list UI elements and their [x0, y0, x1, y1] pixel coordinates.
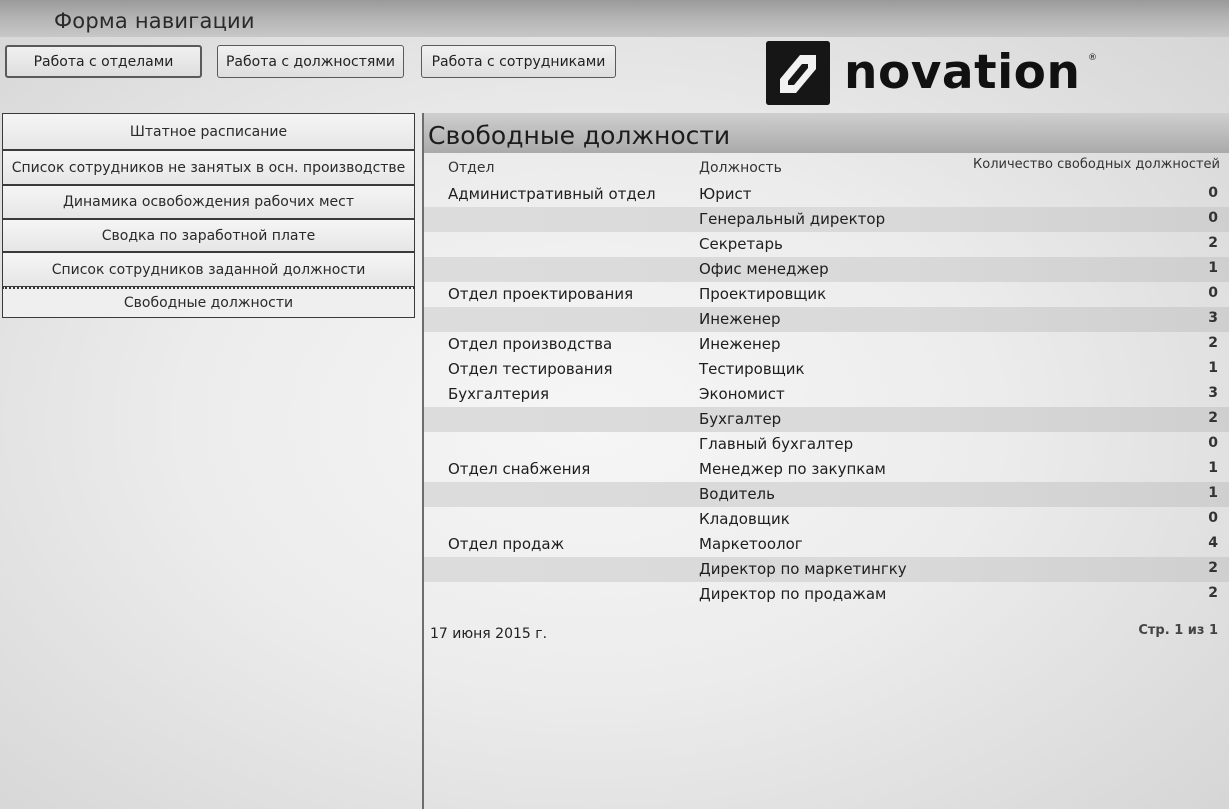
- cell-position: Проектировщик: [699, 285, 827, 303]
- cell-count: 1: [1208, 260, 1218, 276]
- cell-position: Главный бухгалтер: [699, 435, 854, 453]
- cell-count: 2: [1208, 335, 1218, 351]
- cell-dept: Отдел снабжения: [448, 460, 591, 478]
- cell-count: 2: [1208, 560, 1218, 576]
- logo-registered-mark: ®: [1088, 53, 1097, 63]
- cell-count: 3: [1208, 385, 1218, 401]
- column-header-count: Количество свободных должностей: [973, 157, 1220, 172]
- table-row: Отдел снабжения Менеджер по закупкам 1: [424, 457, 1229, 482]
- cell-position: Секретарь: [699, 235, 783, 253]
- cell-position: Бухгалтер: [699, 410, 782, 428]
- cell-count: 4: [1208, 535, 1218, 551]
- report-rows: Административный отдел Юрист 0 Генеральный …: [424, 182, 1229, 607]
- table-row: Водитель 1: [424, 482, 1229, 507]
- employees-button[interactable]: Работа с сотрудниками: [421, 45, 616, 78]
- cell-dept: Бухгалтерия: [448, 385, 549, 403]
- report-panel: Свободные должности Отдел Должность Коли…: [424, 113, 1229, 809]
- cell-count: 2: [1208, 585, 1218, 601]
- logo-wordmark: novation: [844, 45, 1081, 100]
- cell-count: 1: [1208, 485, 1218, 501]
- table-row: Секретарь 2: [424, 232, 1229, 257]
- cell-position: Кладовщик: [699, 510, 790, 528]
- report-date: 17 июня 2015 г.: [430, 626, 548, 642]
- title-bar: Форма навигации: [0, 0, 1229, 37]
- table-row: Директор по маркетингку 2: [424, 557, 1229, 582]
- table-row: Офис менеджер 1: [424, 257, 1229, 282]
- column-header-position: Должность: [699, 160, 782, 176]
- table-row: Инеженер 3: [424, 307, 1229, 332]
- cell-position: Генеральный директор: [699, 210, 886, 228]
- cell-position: Директор по маркетингку: [699, 560, 907, 578]
- column-header-dept: Отдел: [448, 160, 495, 176]
- table-row: Директор по продажам 2: [424, 582, 1229, 607]
- cell-dept: Отдел производства: [448, 335, 613, 353]
- novation-logo: novation ®: [766, 41, 1106, 107]
- table-row: Административный отдел Юрист 0: [424, 182, 1229, 207]
- cell-position: Инеженер: [699, 335, 781, 353]
- report-nav-list: Штатное расписание Список сотрудников не …: [2, 113, 415, 318]
- table-row: Генеральный директор 0: [424, 207, 1229, 232]
- page-counter: Стр. 1 из 1: [1138, 623, 1218, 638]
- cell-dept: Административный отдел: [448, 185, 656, 203]
- cell-position: Тестировщик: [699, 360, 805, 378]
- nav-item[interactable]: Сводка по заработной плате: [2, 219, 415, 252]
- cell-position: Маркетоолог: [699, 535, 803, 553]
- nav-item[interactable]: Список сотрудников не занятых в осн. про…: [2, 150, 415, 185]
- cell-dept: Отдел продаж: [448, 535, 565, 553]
- cell-count: 2: [1208, 235, 1218, 251]
- departments-button[interactable]: Работа с отделами: [5, 45, 202, 78]
- report-header: Свободные должности: [424, 113, 1229, 153]
- cell-dept: Отдел тестирования: [448, 360, 613, 378]
- cell-count: 0: [1208, 285, 1218, 301]
- cell-dept: Отдел проектирования: [448, 285, 634, 303]
- cell-position: Водитель: [699, 485, 775, 503]
- logo-mark-icon: [766, 41, 830, 105]
- window-title: Форма навигации: [54, 9, 255, 33]
- cell-count: 0: [1208, 210, 1218, 226]
- cell-position: Инеженер: [699, 310, 781, 328]
- table-row: Отдел производства Инеженер 2: [424, 332, 1229, 357]
- nav-item[interactable]: Динамика освобождения рабочих мест: [2, 185, 415, 219]
- cell-count: 1: [1208, 460, 1218, 476]
- table-row: Отдел продаж Маркетоолог 4: [424, 532, 1229, 557]
- cell-count: 2: [1208, 410, 1218, 426]
- table-row: Бухгалтер 2: [424, 407, 1229, 432]
- nav-item[interactable]: Свободные должности: [2, 287, 415, 318]
- cell-count: 0: [1208, 510, 1218, 526]
- table-row: Бухгалтерия Экономист 3: [424, 382, 1229, 407]
- table-row: Отдел тестирования Тестировщик 1: [424, 357, 1229, 382]
- nav-item[interactable]: Список сотрудников заданной должности: [2, 252, 415, 287]
- cell-count: 3: [1208, 310, 1218, 326]
- cell-count: 1: [1208, 360, 1218, 376]
- cell-position: Юрист: [699, 185, 752, 203]
- cell-count: 0: [1208, 435, 1218, 451]
- table-row: Отдел проектирования Проектировщик 0: [424, 282, 1229, 307]
- cell-position: Менеджер по закупкам: [699, 460, 886, 478]
- cell-position: Экономист: [699, 385, 785, 403]
- positions-button[interactable]: Работа с должностями: [217, 45, 404, 78]
- cell-position: Офис менеджер: [699, 260, 829, 278]
- cell-count: 0: [1208, 185, 1218, 201]
- table-row: Главный бухгалтер 0: [424, 432, 1229, 457]
- cell-position: Директор по продажам: [699, 585, 887, 603]
- report-title: Свободные должности: [428, 121, 731, 150]
- table-row: Кладовщик 0: [424, 507, 1229, 532]
- nav-item[interactable]: Штатное расписание: [2, 113, 415, 150]
